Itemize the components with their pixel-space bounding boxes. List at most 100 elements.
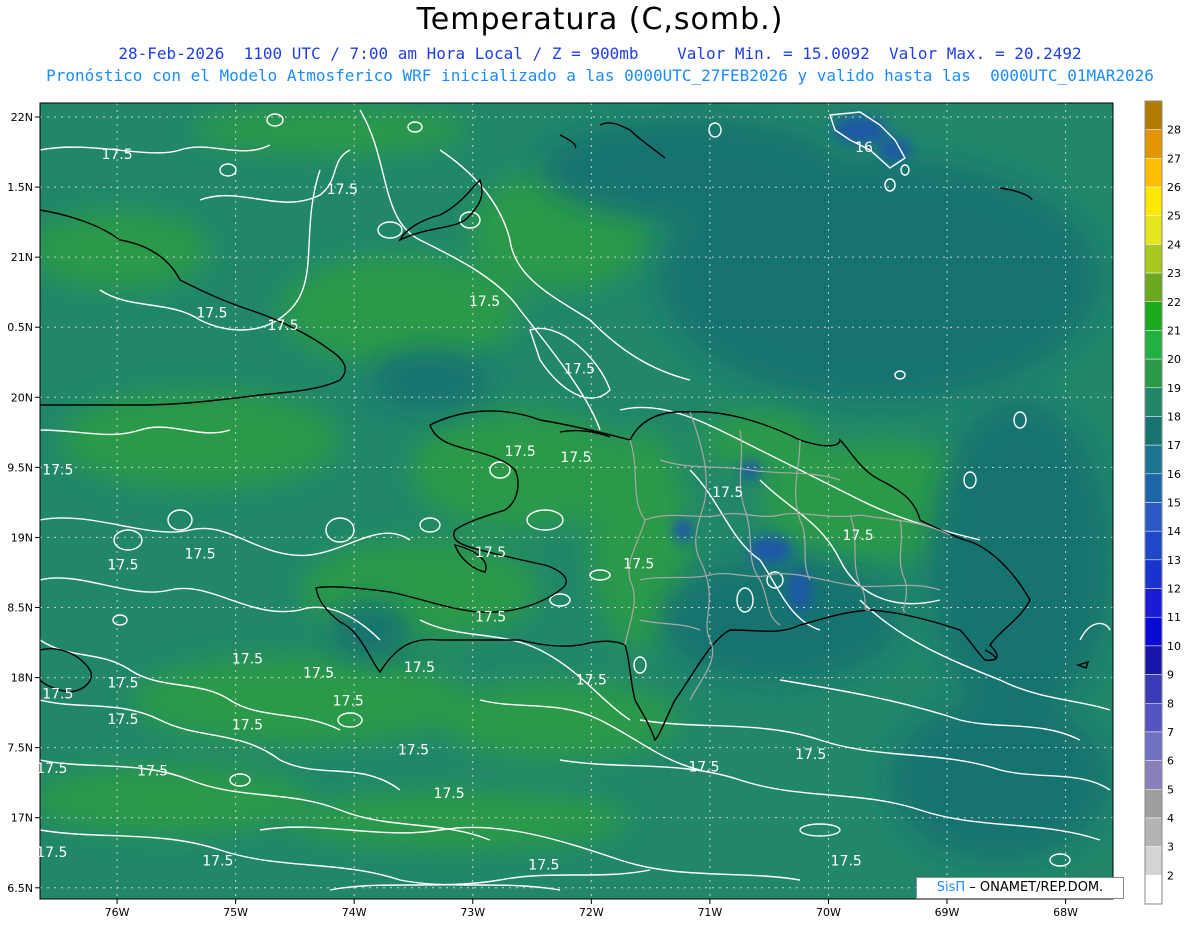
lat-tick-label: 9.5N (7, 461, 33, 474)
legend-swatch (1144, 100, 1163, 130)
legend-label: 5 (1167, 783, 1174, 796)
lon-tick-label: 69W (935, 906, 960, 919)
lat-tick-label: 8.5N (7, 602, 33, 615)
contour-label: 17.5 (36, 845, 67, 861)
legend-label: 16 (1167, 468, 1181, 481)
lat-tick-label: 0.5N (7, 321, 33, 334)
contour-label: 17.5 (184, 546, 215, 562)
contour-label: 17.5 (36, 761, 67, 777)
lat-tick-label: 19N (11, 531, 33, 544)
lat-tick-label: 22N (11, 111, 33, 124)
legend-swatch (1144, 416, 1163, 446)
contour-label: 17.5 (712, 485, 743, 501)
legend-swatch (1144, 330, 1163, 360)
contour-label: 17.5 (795, 747, 826, 763)
contour-label: 17.5 (303, 666, 334, 682)
color-legend: 2827262524232221201918171615141312111098… (1144, 100, 1181, 905)
contour-label: 17.5 (202, 853, 233, 869)
legend-label: 24 (1167, 238, 1181, 251)
legend-swatch (1144, 301, 1163, 331)
contour-label: 17.5 (42, 687, 73, 703)
legend-label: 11 (1167, 611, 1181, 624)
legend-swatch (1144, 645, 1163, 675)
credit-box: SisΠ – ONAMET/REP.DOM. (916, 877, 1124, 899)
legend-swatch (1144, 817, 1163, 847)
contour-label: 17.5 (623, 556, 654, 572)
legend-swatch (1144, 129, 1163, 159)
legend-label: 13 (1167, 554, 1181, 567)
legend-label: 12 (1167, 583, 1181, 596)
legend-swatch (1144, 158, 1163, 188)
contour-label: 17.5 (688, 759, 719, 775)
legend-label: 15 (1167, 497, 1181, 510)
lon-tick-label: 75W (223, 906, 248, 919)
legend-label: 20 (1167, 353, 1181, 366)
legend-swatch (1144, 502, 1163, 532)
contour-label: 16 (855, 140, 873, 156)
legend-label: 4 (1167, 812, 1174, 825)
contour-label: 17.5 (107, 558, 138, 574)
plot-area (40, 103, 1113, 899)
contour-label: 17.5 (137, 764, 168, 780)
legend-swatch (1144, 244, 1163, 274)
legend-swatch (1144, 760, 1163, 790)
lat-tick-label: 1.5N (7, 181, 33, 194)
legend-label: 27 (1167, 152, 1181, 165)
legend-swatch (1144, 846, 1163, 876)
legend-label: 10 (1167, 640, 1181, 653)
legend-swatch (1144, 215, 1163, 245)
contour-label: 17.5 (560, 450, 591, 466)
contour-label: 17.5 (404, 660, 435, 676)
legend-swatch (1144, 530, 1163, 561)
contour-label: 17.5 (576, 673, 607, 689)
legend-swatch (1144, 387, 1163, 417)
lat-tick-label: 7.5N (7, 742, 33, 755)
lon-tick-label: 71W (697, 906, 722, 919)
legend-label: 28 (1167, 124, 1181, 137)
contour-label: 17.5 (232, 652, 263, 668)
contour-label: 17.5 (469, 294, 500, 310)
contour-label: 17.5 (398, 743, 429, 759)
contour-label: 17.5 (232, 717, 263, 733)
contour-label: 17.5 (528, 858, 559, 874)
legend-swatch (1144, 559, 1163, 589)
legend-swatch (1144, 875, 1163, 905)
legend-swatch (1144, 703, 1163, 733)
legend-swatch (1144, 616, 1163, 647)
legend-swatch (1144, 272, 1163, 303)
legend-label: 3 (1167, 841, 1174, 854)
contour-label: 17.5 (564, 361, 595, 377)
legend-label: 26 (1167, 181, 1181, 194)
legend-swatch (1144, 473, 1163, 503)
legend-label: 19 (1167, 382, 1181, 395)
lat-tick-label: 17N (11, 812, 33, 825)
legend-label: 18 (1167, 410, 1181, 423)
contour-label: 17.5 (475, 610, 506, 626)
lon-tick-label: 73W (460, 906, 485, 919)
contour-label: 17.5 (101, 147, 132, 163)
legend-swatch (1144, 186, 1163, 216)
contour-label: 17.5 (475, 545, 506, 561)
contour-label: 17.5 (333, 694, 364, 710)
contour-label: 17.5 (107, 675, 138, 691)
legend-swatch (1144, 588, 1163, 618)
contour-label: 17.5 (505, 444, 536, 460)
legend-label: 21 (1167, 324, 1181, 337)
legend-label: 14 (1167, 525, 1181, 538)
legend-label: 9 (1167, 669, 1174, 682)
legend-label: 2 (1167, 869, 1174, 882)
contour-label: 17.5 (327, 182, 358, 198)
contour-label: 17.5 (831, 853, 862, 869)
lat-tick-label: 18N (11, 672, 33, 685)
legend-swatch (1144, 444, 1163, 475)
legend-swatch (1144, 731, 1163, 761)
lon-tick-label: 74W (342, 906, 367, 919)
contour-label: 17.5 (843, 528, 874, 544)
lat-tick-label: 20N (11, 391, 33, 404)
sispi-logo: SisΠ (936, 880, 966, 895)
contour-label: 17.5 (107, 712, 138, 728)
legend-label: 8 (1167, 697, 1174, 710)
credit-text: – ONAMET/REP.DOM. (965, 880, 1104, 895)
temperature-map: 22N 1.5N 21N 0.5N 20N 9.5N 19N 8.5N 18N 7.5N 17N 6.… (7, 100, 1181, 919)
lat-tick-label: 21N (11, 251, 33, 264)
